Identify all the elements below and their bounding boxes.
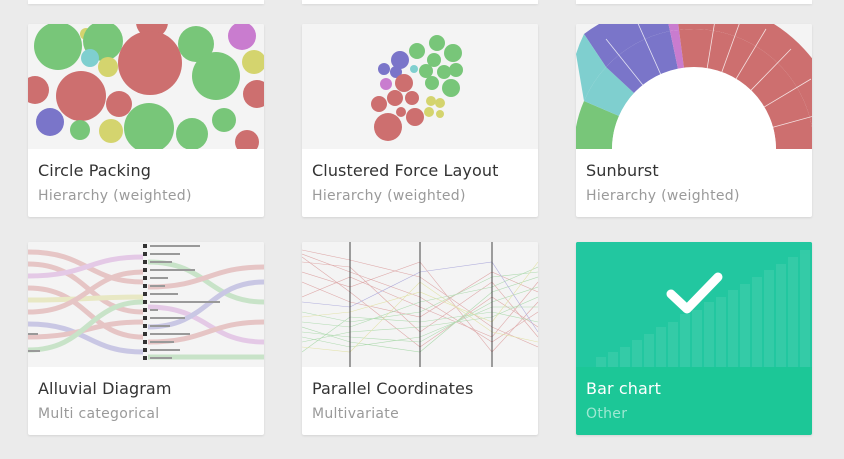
card-title: Parallel Coordinates (312, 379, 474, 398)
chart-card-sunburst[interactable]: Sunburst Hierarchy (weighted) (576, 24, 812, 217)
chart-card-parallel-coordinates[interactable]: Parallel Coordinates Multivariate (302, 242, 538, 435)
alluvial-diagram-thumbnail (28, 242, 264, 367)
card-title: Bar chart (586, 379, 661, 398)
bar-chart-thumbnail (576, 242, 812, 367)
card-title: Circle Packing (38, 161, 151, 180)
card-subtitle: Multivariate (312, 406, 400, 422)
card-edge-above (28, 0, 264, 4)
sunburst-thumbnail (576, 24, 812, 149)
card-subtitle: Other (586, 406, 628, 422)
clustered-force-layout-thumbnail (302, 24, 538, 149)
card-edge-above (302, 0, 538, 4)
chart-card-clustered-force-layout[interactable]: Clustered Force Layout Hierarchy (weight… (302, 24, 538, 217)
chart-card-circle-packing[interactable]: Circle Packing Hierarchy (weighted) (28, 24, 264, 217)
card-subtitle: Hierarchy (weighted) (38, 188, 192, 204)
card-title: Sunburst (586, 161, 659, 180)
chart-card-alluvial-diagram[interactable]: Alluvial Diagram Multi categorical (28, 242, 264, 435)
parallel-coordinates-thumbnail (302, 242, 538, 367)
card-title: Clustered Force Layout (312, 161, 499, 180)
card-title: Alluvial Diagram (38, 379, 172, 398)
card-subtitle: Hierarchy (weighted) (586, 188, 740, 204)
card-edge-above (576, 0, 812, 4)
card-subtitle: Multi categorical (38, 406, 160, 422)
circle-packing-thumbnail (28, 24, 264, 149)
card-subtitle: Hierarchy (weighted) (312, 188, 466, 204)
chart-card-bar-chart[interactable]: Bar chart Other (576, 242, 812, 435)
